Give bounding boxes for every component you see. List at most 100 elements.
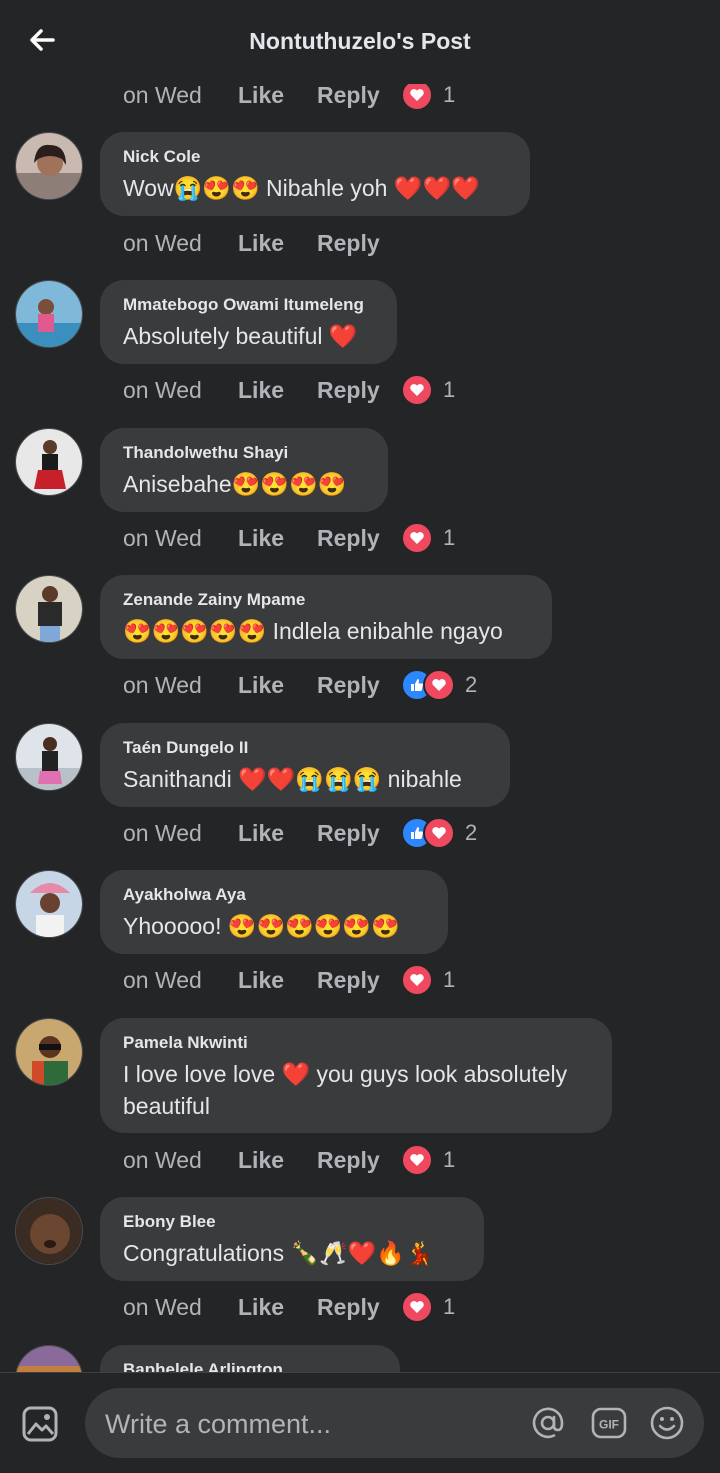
reply-button[interactable]: Reply <box>317 82 401 109</box>
like-button[interactable]: Like <box>238 1147 317 1174</box>
like-button[interactable]: Like <box>238 967 317 994</box>
comment-bubble[interactable]: Ayakholwa Aya Yhooooo! 😍😍😍😍😍😍 <box>100 870 448 954</box>
comment-author[interactable]: Mmatebogo Owami Itumeleng <box>123 294 374 316</box>
comment-bubble[interactable]: Pamela Nkwinti I love love love ❤️ you g… <box>100 1018 612 1133</box>
top-bar: Nontuthuzelo's Post <box>0 0 720 84</box>
comment-input[interactable] <box>103 1388 527 1460</box>
avatar[interactable] <box>15 1345 83 1372</box>
reply-button[interactable]: Reply <box>317 525 401 552</box>
comment-meta: on Wed Like Reply 1 <box>123 372 455 408</box>
svg-text:GIF: GIF <box>599 1418 619 1432</box>
comment-author[interactable]: Pamela Nkwinti <box>123 1032 589 1054</box>
comment-time: on Wed <box>123 671 202 698</box>
comment-time: on Wed <box>123 376 202 403</box>
comment-author[interactable]: Nick Cole <box>123 146 507 168</box>
love-reaction-icon <box>401 1144 433 1176</box>
comment-input-box[interactable]: GIF <box>85 1388 704 1460</box>
comment-time: on Wed <box>123 229 202 256</box>
avatar[interactable] <box>15 575 83 643</box>
reaction-count: 1 <box>443 82 456 107</box>
avatar[interactable] <box>15 132 83 200</box>
comment-bubble[interactable]: Nick Cole Wow😭😍😍 Nibahle yoh ❤️❤️❤️ <box>100 132 530 216</box>
comment-time: on Wed <box>123 1293 202 1320</box>
comment-meta: on Wed Like Reply 1 <box>123 520 455 556</box>
comment-time: on Wed <box>123 966 202 993</box>
reaction-summary[interactable]: 1 <box>401 374 455 406</box>
reaction-summary[interactable]: 1 <box>401 522 455 554</box>
reply-button[interactable]: Reply <box>317 967 401 994</box>
avatar[interactable] <box>15 280 83 348</box>
reply-button[interactable]: Reply <box>317 672 401 699</box>
reaction-summary[interactable]: 2 <box>401 669 477 701</box>
like-button[interactable]: Like <box>238 820 317 847</box>
avatar[interactable] <box>15 1197 83 1265</box>
love-reaction-icon <box>401 522 433 554</box>
comment-meta: on Wed Like Reply 1 <box>123 1289 455 1325</box>
comment-text: I love love love ❤️ you guys look absolu… <box>123 1061 568 1119</box>
love-reaction-icon <box>423 817 455 849</box>
comment-author[interactable]: Baphelele Arlington <box>123 1359 377 1372</box>
comment-bubble[interactable]: Thandolwethu Shayi Anisebahe😍😍😍😍 <box>100 428 388 512</box>
comment-text: Congratulations 🍾🥂❤️🔥💃 <box>123 1240 434 1266</box>
reaction-count: 1 <box>443 967 456 992</box>
comments-feed[interactable]: on Wed Like Reply 1 Nick Cole Wow😭😍😍 Nib… <box>0 0 720 1372</box>
like-button[interactable]: Like <box>238 1294 317 1321</box>
comment-bubble[interactable]: Zenande Zainy Mpame 😍😍😍😍😍 Indlela enibah… <box>100 575 552 659</box>
reaction-count: 1 <box>443 1294 456 1319</box>
comment-meta: on Wed Like Reply 1 <box>123 962 455 998</box>
comment-composer: GIF <box>0 1372 720 1473</box>
comment-text: Absolutely beautiful ❤️ <box>123 323 358 349</box>
reaction-summary[interactable]: 2 <box>401 817 477 849</box>
avatar[interactable] <box>15 870 83 938</box>
reply-button[interactable]: Reply <box>317 820 401 847</box>
comment-meta: on Wed Like Reply 1 <box>123 1142 455 1178</box>
comment-meta: on Wed Like Reply 2 <box>123 667 477 703</box>
comment-meta: on Wed Like Reply 2 <box>123 815 477 851</box>
like-button[interactable]: Like <box>238 82 317 109</box>
comment-time: on Wed <box>123 819 202 846</box>
comment-author[interactable]: Ayakholwa Aya <box>123 884 425 906</box>
photo-button[interactable] <box>20 1404 60 1444</box>
comment-time: on Wed <box>123 81 202 108</box>
comment-bubble[interactable]: Mmatebogo Owami Itumeleng Absolutely bea… <box>100 280 397 364</box>
comment-text: Anisebahe😍😍😍😍 <box>123 471 347 497</box>
comment-text: 😍😍😍😍😍 Indlela enibahle ngayo <box>123 618 503 644</box>
avatar[interactable] <box>15 428 83 496</box>
reaction-count: 2 <box>465 820 478 845</box>
reaction-summary[interactable]: 1 <box>401 1291 455 1323</box>
reply-button[interactable]: Reply <box>317 1147 401 1174</box>
comment-meta: on Wed Like Reply <box>123 225 401 261</box>
avatar[interactable] <box>15 723 83 791</box>
like-button[interactable]: Like <box>238 525 317 552</box>
reaction-summary[interactable]: 1 <box>401 964 455 996</box>
comment-author[interactable]: Taén Dungelo II <box>123 737 487 759</box>
like-button[interactable]: Like <box>238 230 317 257</box>
comment-text: Sanithandi ❤️❤️😭😭😭 nibahle <box>123 766 462 792</box>
reply-button[interactable]: Reply <box>317 377 401 404</box>
love-reaction-icon <box>423 669 455 701</box>
like-button[interactable]: Like <box>238 672 317 699</box>
comment-bubble[interactable]: Baphelele Arlington <box>100 1345 400 1372</box>
reaction-summary[interactable]: 1 <box>401 1144 455 1176</box>
reply-button[interactable]: Reply <box>317 230 401 257</box>
page-title: Nontuthuzelo's Post <box>249 28 471 54</box>
comment-bubble[interactable]: Ebony Blee Congratulations 🍾🥂❤️🔥💃 <box>100 1197 484 1281</box>
comment-bubble[interactable]: Taén Dungelo II Sanithandi ❤️❤️😭😭😭 nibah… <box>100 723 510 807</box>
love-reaction-icon <box>401 374 433 406</box>
reply-button[interactable]: Reply <box>317 1294 401 1321</box>
photo-icon <box>22 1406 58 1442</box>
comment-author[interactable]: Thandolwethu Shayi <box>123 442 365 464</box>
love-reaction-icon <box>401 1291 433 1323</box>
comment-author[interactable]: Ebony Blee <box>123 1211 461 1233</box>
comment-author[interactable]: Zenande Zainy Mpame <box>123 589 529 611</box>
avatar[interactable] <box>15 1018 83 1086</box>
like-button[interactable]: Like <box>238 377 317 404</box>
reaction-count: 1 <box>443 1147 456 1172</box>
reaction-count: 1 <box>443 525 456 550</box>
mention-icon[interactable] <box>530 1405 566 1441</box>
comment-text: Wow😭😍😍 Nibahle yoh ❤️❤️❤️ <box>123 175 480 201</box>
gif-icon[interactable]: GIF <box>591 1405 627 1441</box>
love-reaction-icon <box>401 964 433 996</box>
emoji-icon[interactable] <box>649 1405 685 1441</box>
reaction-count: 2 <box>465 672 478 697</box>
